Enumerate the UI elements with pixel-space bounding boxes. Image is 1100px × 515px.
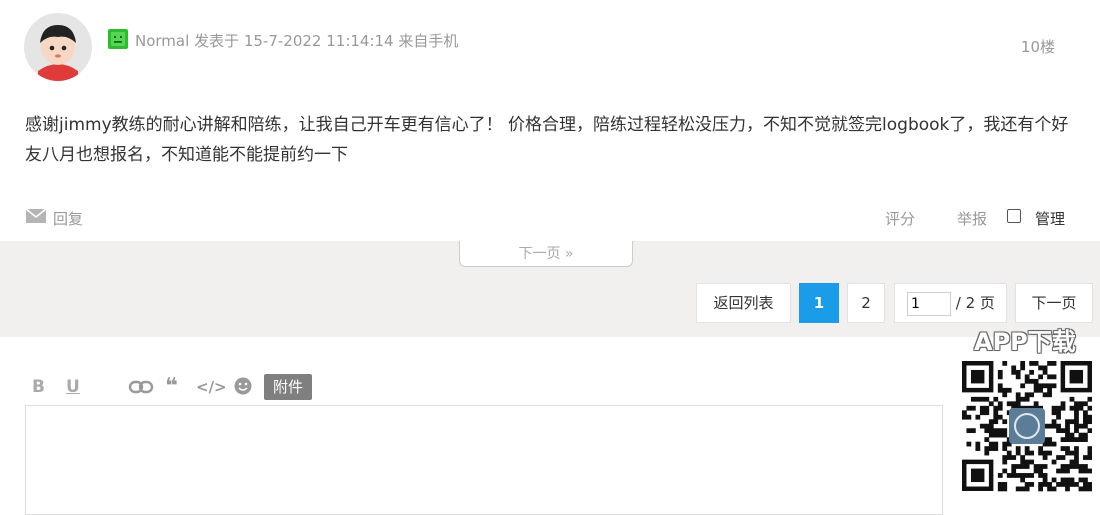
floor-number[interactable]: 10楼 (1021, 36, 1055, 57)
report-button[interactable]: 举报 (957, 208, 987, 229)
envelope-icon[interactable] (25, 207, 47, 225)
author-name[interactable]: Normal (135, 32, 189, 50)
avatar[interactable] (24, 13, 92, 81)
post-time: 发表于 15-7-2022 11:14:14 来自手机 (194, 32, 459, 50)
code-button[interactable]: </> (196, 378, 227, 396)
reply-editor[interactable] (25, 405, 943, 515)
next-page-button[interactable]: 下一页 (1015, 283, 1093, 323)
back-to-list-button[interactable]: 返回列表 (696, 283, 791, 323)
qr-code-icon[interactable] (962, 361, 1093, 493)
page-total: / 2 页 (951, 294, 995, 312)
post-meta: Normal 发表于 15-7-2022 11:14:14 来自手机 (135, 30, 458, 51)
page-2-button[interactable]: 2 (847, 283, 885, 323)
page-1-button[interactable]: 1 (799, 283, 839, 323)
link-icon[interactable] (128, 377, 154, 397)
page-jump-input[interactable] (907, 291, 951, 316)
user-level-icon (108, 29, 128, 49)
app-download-title: APP下载 (974, 328, 1076, 356)
next-page-tab[interactable]: 下一页 » (459, 241, 633, 267)
emoji-icon[interactable] (234, 377, 252, 395)
bold-button[interactable]: B (32, 377, 45, 397)
reply-button[interactable]: 回复 (53, 208, 83, 229)
page-jump: / 2 页 (894, 283, 1007, 323)
rate-button[interactable]: 评分 (885, 208, 915, 229)
manage-checkbox[interactable] (1007, 209, 1021, 223)
attachment-button[interactable]: 附件 (264, 374, 312, 400)
post-content: 感谢jimmy教练的耐心讲解和陪练，让我自己开车更有信心了！ 价格合理，陪练过程… (25, 115, 1069, 165)
underline-button[interactable]: U (66, 377, 80, 397)
manage-label[interactable]: 管理 (1035, 208, 1065, 229)
quote-button[interactable]: ❝ (165, 374, 178, 399)
